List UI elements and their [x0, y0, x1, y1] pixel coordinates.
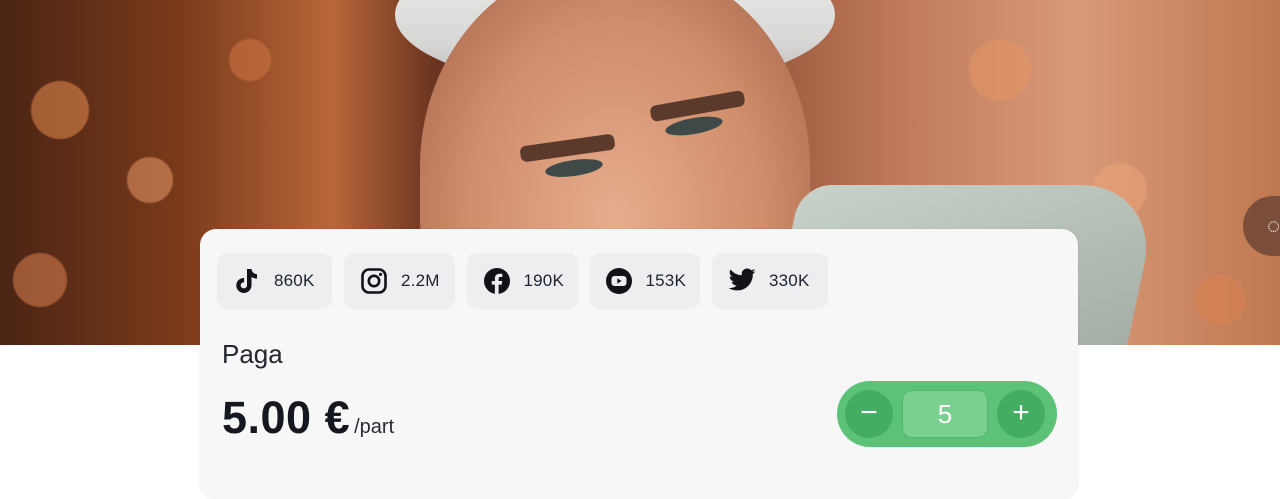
- social-count: 330K: [769, 271, 810, 290]
- tiktok-icon: [232, 266, 262, 296]
- instagram-icon: [359, 266, 389, 296]
- payment-label: Paga: [222, 339, 283, 369]
- price: 5.00 € /part: [222, 392, 394, 444]
- social-count: 153K: [645, 271, 686, 290]
- social-chip-youtube[interactable]: 153K: [590, 253, 700, 309]
- youtube-icon: [605, 266, 633, 296]
- booking-card: 860K 2.2M 190K 153K 330K Paga 5.00 € /pa…: [200, 229, 1078, 499]
- quantity-value[interactable]: 5: [902, 390, 988, 438]
- social-chip-tiktok[interactable]: 860K: [217, 253, 332, 309]
- social-count: 190K: [523, 271, 564, 290]
- social-count: 860K: [274, 271, 315, 290]
- social-count: 2.2M: [401, 271, 440, 290]
- increment-button[interactable]: +: [997, 390, 1045, 438]
- price-unit: /part: [354, 416, 395, 438]
- price-amount: 5.00 €: [222, 392, 351, 443]
- quantity-stepper: − 5 +: [837, 381, 1057, 447]
- social-stats: 860K 2.2M 190K 153K 330K: [217, 253, 828, 309]
- twitter-icon: [727, 266, 757, 296]
- social-chip-twitter[interactable]: 330K: [712, 253, 828, 309]
- facebook-icon: [482, 266, 511, 296]
- decrement-button[interactable]: −: [845, 390, 893, 438]
- social-chip-instagram[interactable]: 2.2M: [344, 253, 455, 309]
- side-action-button[interactable]: ◌: [1243, 196, 1280, 256]
- social-chip-facebook[interactable]: 190K: [467, 253, 578, 309]
